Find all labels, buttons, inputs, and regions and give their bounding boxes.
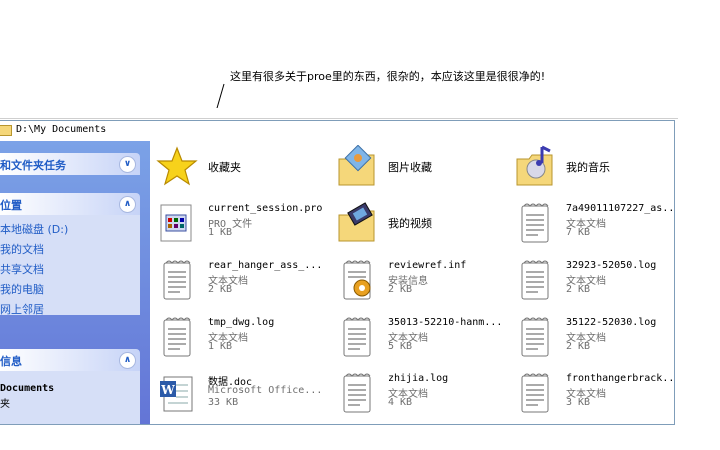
file-list: 收藏夹 图片收藏 我的音乐 current_session.pro PRO 文件 1 KB…: [150, 141, 674, 424]
details-title: Documents: [0, 383, 55, 394]
file-item[interactable]: 我的视频: [330, 197, 508, 249]
text-document-icon: [514, 315, 556, 359]
file-size: 3 KB: [566, 397, 591, 408]
file-name: 35013-52210-hanm...: [388, 317, 503, 328]
file-name: tmp_dwg.log: [208, 317, 275, 328]
file-item[interactable]: tmp_dwg.log 文本文档 1 KB: [150, 311, 328, 363]
file-type: Microsoft Office...: [208, 385, 323, 396]
panel-title: 位置: [0, 199, 22, 212]
panel-title: 和文件夹任务: [0, 159, 66, 172]
text-document-icon: [156, 315, 198, 359]
file-name: 32923-52050.log: [566, 260, 657, 271]
file-size: 2 KB: [566, 341, 591, 352]
explorer-window: D:\My Documents 和文件夹任务 ∨ 位置 ∧ 本地磁盘 (D:) …: [0, 108, 678, 425]
file-name: zhijia.log: [388, 373, 449, 384]
file-item[interactable]: 图片收藏: [330, 141, 508, 193]
file-size: 4 KB: [388, 397, 413, 408]
file-item[interactable]: 35122-52030.log 文本文档 2 KB: [508, 311, 674, 363]
file-name: rear_hanger_ass_...: [208, 260, 323, 271]
file-size: 33 KB: [208, 397, 239, 408]
details-header[interactable]: 信息 ∧: [0, 349, 140, 371]
chevron-up-icon[interactable]: ∧: [119, 196, 136, 213]
file-name: 35122-52030.log: [566, 317, 657, 328]
text-document-icon: [514, 258, 556, 302]
file-size: 2 KB: [388, 284, 413, 295]
other-places-body: 本地磁盘 (D:) 我的文档 共享文档 我的电脑 网上邻居: [0, 215, 140, 317]
task-pane: 和文件夹任务 ∨ 位置 ∧ 本地磁盘 (D:) 我的文档 共享文档 我的电脑 网…: [0, 141, 150, 424]
setup-info-icon: [336, 258, 378, 302]
toolbar-strip: [0, 108, 678, 119]
folder-icon: [0, 125, 12, 136]
file-folder-tasks-header[interactable]: 和文件夹任务 ∨: [0, 153, 140, 175]
place-link-shared-documents[interactable]: 共享文档: [0, 261, 44, 277]
file-item[interactable]: W 数据.doc Microsoft Office... 33 KB: [150, 367, 328, 419]
file-item[interactable]: 我的音乐: [508, 141, 674, 193]
address-bar[interactable]: D:\My Documents: [0, 120, 675, 142]
file-item[interactable]: 32923-52050.log 文本文档 2 KB: [508, 254, 674, 306]
file-size: 1 KB: [208, 341, 233, 352]
pro-file-icon: [156, 201, 198, 245]
details-subtitle: 夹: [0, 399, 10, 410]
my-music-folder-icon: [514, 145, 556, 189]
file-item[interactable]: current_session.pro PRO 文件 1 KB: [150, 197, 328, 249]
file-size: 1 KB: [208, 227, 233, 238]
text-document-icon: [514, 371, 556, 415]
place-link-network-places[interactable]: 网上邻居: [0, 301, 44, 317]
file-name: 图片收藏: [388, 161, 432, 174]
file-item[interactable]: 7a49011107227_as... 文本文档 7 KB: [508, 197, 674, 249]
chevron-up-icon[interactable]: ∧: [119, 352, 136, 369]
file-size: 2 KB: [566, 284, 591, 295]
file-size: 7 KB: [566, 227, 591, 238]
file-item[interactable]: zhijia.log 文本文档 4 KB: [330, 367, 508, 419]
favorites-star-icon: [156, 145, 198, 189]
place-link-my-documents[interactable]: 我的文档: [0, 241, 44, 257]
file-name: 7a49011107227_as...: [566, 203, 674, 214]
my-pictures-folder-icon: [336, 144, 378, 189]
text-document-icon: [156, 258, 198, 302]
chevron-down-icon[interactable]: ∨: [119, 156, 136, 173]
details-body: Documents 夹: [0, 371, 140, 424]
file-item[interactable]: fronthangerbrack... 文本文档 3 KB: [508, 367, 674, 419]
svg-text:W: W: [160, 383, 175, 397]
address-path: D:\My Documents: [16, 124, 107, 135]
file-name: reviewref.inf: [388, 260, 467, 271]
file-name: current_session.pro: [208, 203, 323, 214]
word-document-icon: W: [156, 371, 198, 415]
text-document-icon: [336, 371, 378, 415]
file-name: 我的音乐: [566, 161, 610, 174]
file-name: 我的视频: [388, 217, 432, 230]
my-videos-folder-icon: [336, 201, 378, 245]
place-link-my-computer[interactable]: 我的电脑: [0, 281, 44, 297]
file-size: 5 KB: [388, 341, 413, 352]
place-link-local-disk[interactable]: 本地磁盘 (D:): [0, 221, 68, 237]
panel-title: 信息: [0, 355, 22, 368]
text-document-icon: [336, 315, 378, 359]
text-document-icon: [514, 201, 556, 245]
file-size: 2 KB: [208, 284, 233, 295]
annotation-note: 这里有很多关于proe里的东西，很杂的，本应该这里是很很净的!: [230, 70, 546, 83]
file-item[interactable]: reviewref.inf 安装信息 2 KB: [330, 254, 508, 306]
file-item[interactable]: 35013-52210-hanm... 文本文档 5 KB: [330, 311, 508, 363]
file-name: fronthangerbrack...: [566, 373, 674, 384]
other-places-header[interactable]: 位置 ∧: [0, 193, 140, 215]
file-item[interactable]: 收藏夹: [150, 141, 328, 193]
file-name: 收藏夹: [208, 161, 241, 174]
file-item[interactable]: rear_hanger_ass_... 文本文档 2 KB: [150, 254, 328, 306]
